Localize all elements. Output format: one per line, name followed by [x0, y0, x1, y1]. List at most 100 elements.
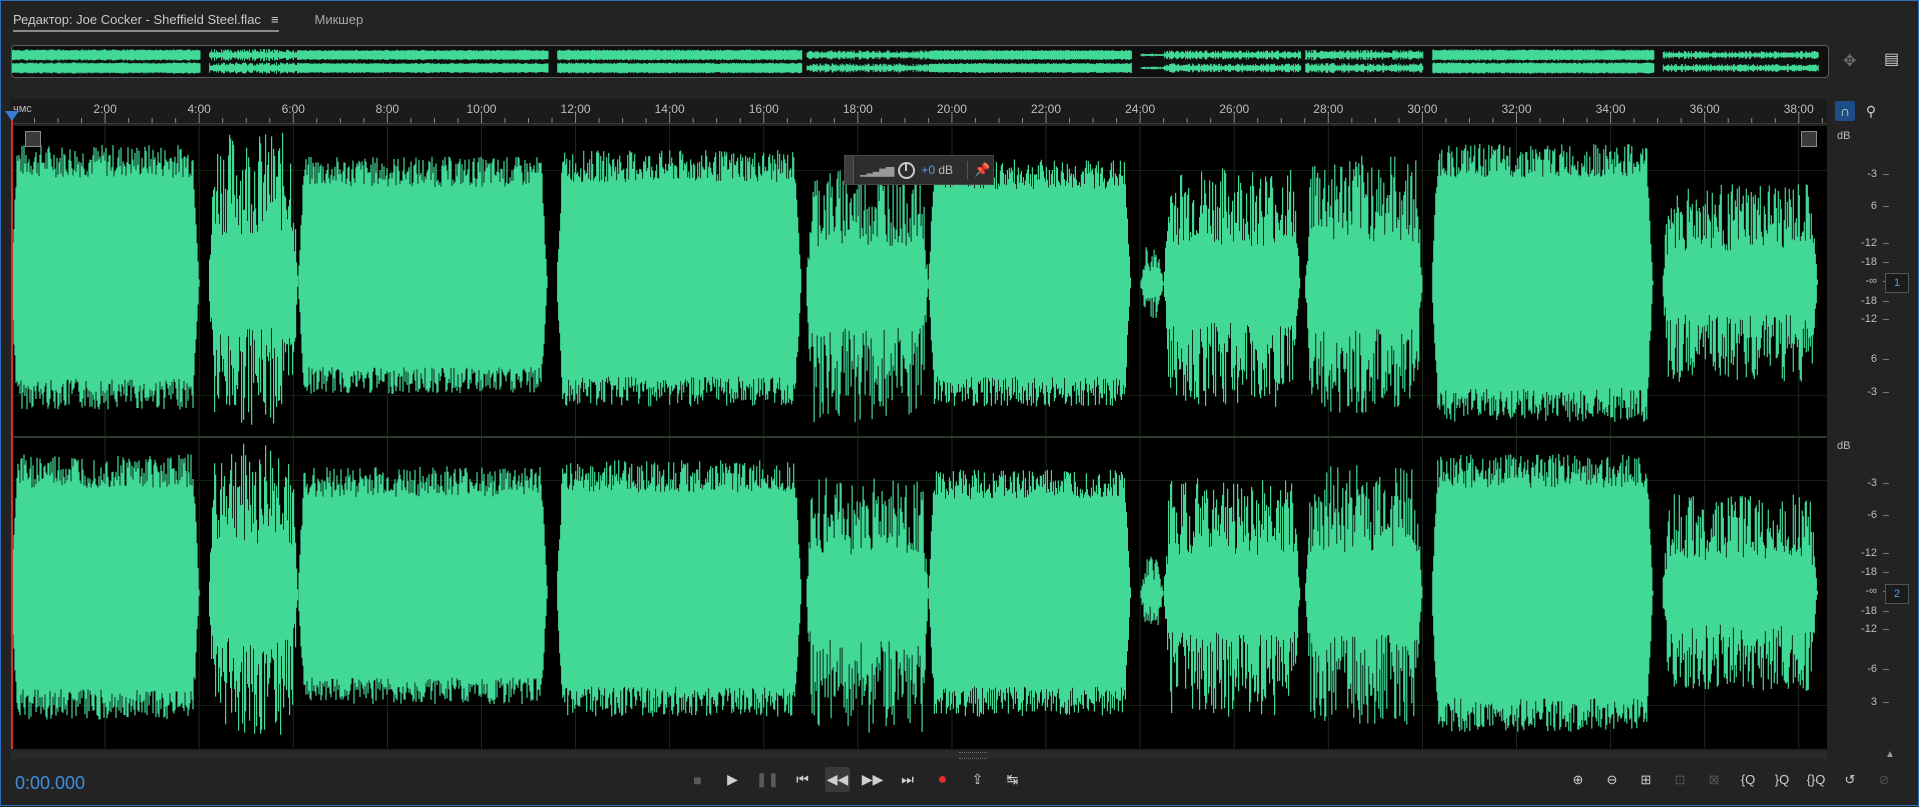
ruler-label: 8:00 [375, 102, 400, 116]
transport-controls: ■ ▶ ❚❚ ⏮ ◀◀ ▶▶ ⏭ ● ⇪ ↹ [685, 767, 1025, 792]
ruler-label: 2:00 [93, 102, 117, 116]
app-window: Редактор: Joe Cocker - Sheffield Steel.f… [0, 0, 1919, 806]
volume-knob[interactable] [898, 161, 916, 179]
fade-out-handle[interactable] [1801, 131, 1817, 147]
level-bars-icon: ▁▂▃▅▆ [860, 164, 894, 177]
db-tick-label: -18 [1861, 256, 1877, 268]
tab-editor[interactable]: Редактор: Joe Cocker - Sheffield Steel.f… [13, 1, 289, 37]
db-tick [1883, 611, 1889, 612]
loop-button[interactable]: ⇪ [965, 767, 990, 792]
play-button[interactable]: ▶ [720, 767, 745, 792]
db-tick [1883, 262, 1889, 263]
skip-selection-button[interactable]: ↹ [1000, 767, 1025, 792]
db-header: dB [1837, 440, 1851, 452]
db-tick [1883, 301, 1889, 302]
rewind-button[interactable]: ◀◀ [825, 767, 850, 792]
fast-forward-button[interactable]: ▶▶ [860, 767, 885, 792]
zoom-out-time-button[interactable]: }Q [1768, 767, 1796, 792]
db-tick [1883, 243, 1889, 244]
hud-value: +0 dB [921, 163, 954, 177]
tab-mixer[interactable]: Микшер [315, 1, 364, 37]
ruler-label: 24:00 [1125, 102, 1156, 116]
tab-editor-label: Редактор: Joe Cocker - Sheffield Steel.f… [13, 11, 261, 27]
ruler-label: 32:00 [1501, 102, 1532, 116]
ruler-label: 22:00 [1031, 102, 1062, 116]
amplitude-hud: ▁▂▃▅▆ +0 dB 📌 [844, 155, 994, 185]
playhead-handle[interactable] [5, 111, 19, 121]
pin-icon[interactable]: 📌 [974, 162, 990, 178]
pause-button[interactable]: ❚❚ [755, 767, 780, 792]
db-header: dB [1837, 130, 1851, 142]
db-tick-label: -12 [1861, 237, 1877, 249]
ruler-label: 12:00 [560, 102, 591, 116]
snap-icon[interactable]: ∩ [1835, 101, 1855, 121]
horizontal-scrollbar[interactable] [11, 751, 1827, 759]
overview-waveform[interactable] [11, 45, 1829, 78]
go-to-end-button[interactable]: ⏭ [895, 767, 920, 792]
ruler-label: 20:00 [936, 102, 967, 116]
overview-channel-1 [12, 49, 1819, 61]
stop-button[interactable]: ■ [685, 767, 710, 792]
db-tick [1883, 702, 1889, 703]
spectral-view-icon[interactable]: ▤ [1884, 49, 1899, 69]
time-ruler[interactable]: чмс 2:00 4:00 6:00 8:00 10:00 12:00 14:00 16:00… [11, 99, 1827, 124]
zoom-in-time-button[interactable]: {Q [1734, 767, 1762, 792]
waveform-editor[interactable] [11, 126, 1827, 749]
db-tick [1883, 629, 1889, 630]
zoom-out-amplitude-button[interactable]: ⊖ [1598, 767, 1626, 792]
overview-channel-2 [12, 62, 1819, 74]
ruler-tools: ∩ ⚲ [1835, 99, 1915, 123]
ruler-label: 34:00 [1595, 102, 1626, 116]
panel-menu-icon[interactable]: ≡ [271, 12, 279, 27]
zoom-full-button[interactable]: ⊞ [1632, 767, 1660, 792]
ruler-label: 4:00 [187, 102, 211, 116]
ruler-label: 18:00 [842, 102, 873, 116]
db-tick-label: -∞ [1865, 585, 1877, 597]
ruler-label: 36:00 [1689, 102, 1720, 116]
db-tick-label: -12 [1861, 313, 1877, 325]
db-tick [1883, 572, 1889, 573]
zoom-selection-alt-button[interactable]: ⊠ [1700, 767, 1728, 792]
scroll-grip[interactable] [959, 752, 987, 759]
zoom-nav-icon[interactable]: ✥ [1843, 51, 1856, 71]
channel-badge-2[interactable]: 2 [1885, 584, 1909, 604]
panel-tabs: Редактор: Joe Cocker - Sheffield Steel.f… [13, 1, 363, 37]
db-tick [1883, 392, 1889, 393]
db-tick [1883, 319, 1889, 320]
db-tick-label: -18 [1861, 295, 1877, 307]
marker-pin-icon[interactable]: ⚲ [1861, 101, 1881, 121]
db-tick-label: -3 [1867, 168, 1877, 180]
zoom-reset-button[interactable]: ↺ [1836, 767, 1864, 792]
db-tick-label: 6 [1870, 353, 1877, 365]
scroll-up-icon[interactable]: ▲ [1885, 749, 1895, 760]
db-tick [1883, 669, 1889, 670]
db-tick-label: -6 [1867, 663, 1877, 675]
ruler-label: 26:00 [1219, 102, 1250, 116]
record-button[interactable]: ● [930, 767, 955, 792]
zoom-last-button[interactable]: ⊘ [1870, 767, 1898, 792]
db-tick-label: -12 [1861, 623, 1877, 635]
zoom-selection-button[interactable]: ⊡ [1666, 767, 1694, 792]
db-tick [1883, 359, 1889, 360]
ruler-label: 16:00 [748, 102, 779, 116]
playhead[interactable] [11, 115, 13, 749]
transport-bar: 0:00.000 ■ ▶ ❚❚ ⏮ ◀◀ ▶▶ ⏭ ● ⇪ ↹ ⊕ ⊖ ⊞ ⊡ … [1, 763, 1919, 807]
db-tick-label: 6 [1870, 200, 1877, 212]
db-tick [1883, 206, 1889, 207]
timecode-display[interactable]: 0:00.000 [15, 773, 85, 794]
db-tick-label: -∞ [1865, 275, 1877, 287]
ruler-label: 38:00 [1783, 102, 1814, 116]
db-scale: dB dB -3 6 -12 -18 -∞ -18 -12 6 -3 -3 -6 -12 -18 -∞ -18 -… [1829, 126, 1889, 749]
db-tick [1883, 174, 1889, 175]
db-tick-label: -18 [1861, 605, 1877, 617]
ruler-label: 10:00 [466, 102, 497, 116]
zoom-controls: ⊕ ⊖ ⊞ ⊡ ⊠ {Q }Q {}Q ↺ ⊘ [1564, 767, 1898, 792]
zoom-to-fit-button[interactable]: {}Q [1802, 767, 1830, 792]
zoom-in-amplitude-button[interactable]: ⊕ [1564, 767, 1592, 792]
fade-in-handle[interactable] [25, 131, 41, 147]
hud-grip[interactable] [845, 156, 854, 184]
db-tick [1883, 515, 1889, 516]
channel-badge-1[interactable]: 1 [1885, 273, 1909, 293]
go-to-start-button[interactable]: ⏮ [790, 767, 815, 792]
ruler-label: 6:00 [281, 102, 305, 116]
